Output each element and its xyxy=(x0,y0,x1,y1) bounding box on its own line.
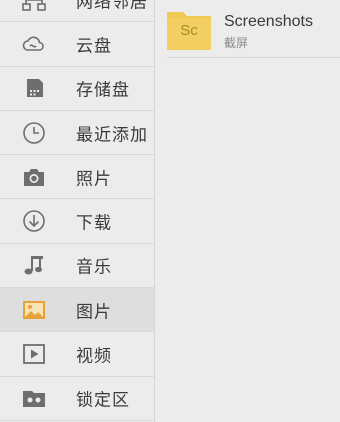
music-icon xyxy=(21,252,47,278)
sidebar-item-network[interactable]: 网络邻居 xyxy=(0,0,154,23)
folder-icon: Sc xyxy=(167,10,211,50)
sidebar: 网络邻居 云盘 存储盘 最近添加 照片 下载 音乐 图片 视频 锁定区 xyxy=(0,0,155,422)
sidebar-item-label: 音乐 xyxy=(76,257,112,278)
sidebar-item-label: 锁定区 xyxy=(76,390,130,411)
folder-subtitle: 截屏 xyxy=(224,36,249,50)
folder-abbr: Sc xyxy=(180,22,198,39)
cloud-icon xyxy=(21,31,47,57)
sidebar-item-label: 最近添加 xyxy=(76,125,148,146)
sidebar-item-label: 网络邻居 xyxy=(76,0,148,13)
storage-icon xyxy=(21,75,47,101)
sidebar-item-label: 下载 xyxy=(76,213,112,234)
sidebar-item-label: 云盘 xyxy=(76,36,112,57)
sidebar-item-music[interactable]: 音乐 xyxy=(0,244,154,289)
sidebar-item-images[interactable]: 图片 xyxy=(0,288,154,333)
sidebar-item-label: 存储盘 xyxy=(76,80,130,101)
sidebar-item-storage[interactable]: 存储盘 xyxy=(0,67,154,111)
network-icon xyxy=(21,0,47,13)
sidebar-item-locked[interactable]: 锁定区 xyxy=(0,377,154,421)
file-list: Sc Screenshots 截屏 xyxy=(155,0,340,422)
camera-icon xyxy=(21,164,47,190)
sidebar-item-recent[interactable]: 最近添加 xyxy=(0,111,154,156)
sidebar-item-cloud[interactable]: 云盘 xyxy=(0,22,154,67)
download-icon xyxy=(21,208,47,234)
folder-item-screenshots[interactable]: Sc Screenshots 截屏 xyxy=(167,0,340,58)
sidebar-item-photos[interactable]: 照片 xyxy=(0,155,154,200)
sidebar-item-downloads[interactable]: 下载 xyxy=(0,199,154,244)
image-icon xyxy=(21,297,47,323)
video-icon xyxy=(21,341,47,367)
sidebar-item-label: 视频 xyxy=(76,346,112,367)
sidebar-item-label: 照片 xyxy=(76,169,112,190)
clock-icon xyxy=(21,120,47,146)
sidebar-list: 网络邻居 云盘 存储盘 最近添加 照片 下载 音乐 图片 视频 锁定区 xyxy=(0,0,154,421)
folder-name: Screenshots xyxy=(224,13,313,30)
sidebar-item-videos[interactable]: 视频 xyxy=(0,332,154,377)
lock-folder-icon xyxy=(21,385,47,411)
sidebar-item-label: 图片 xyxy=(76,302,112,323)
